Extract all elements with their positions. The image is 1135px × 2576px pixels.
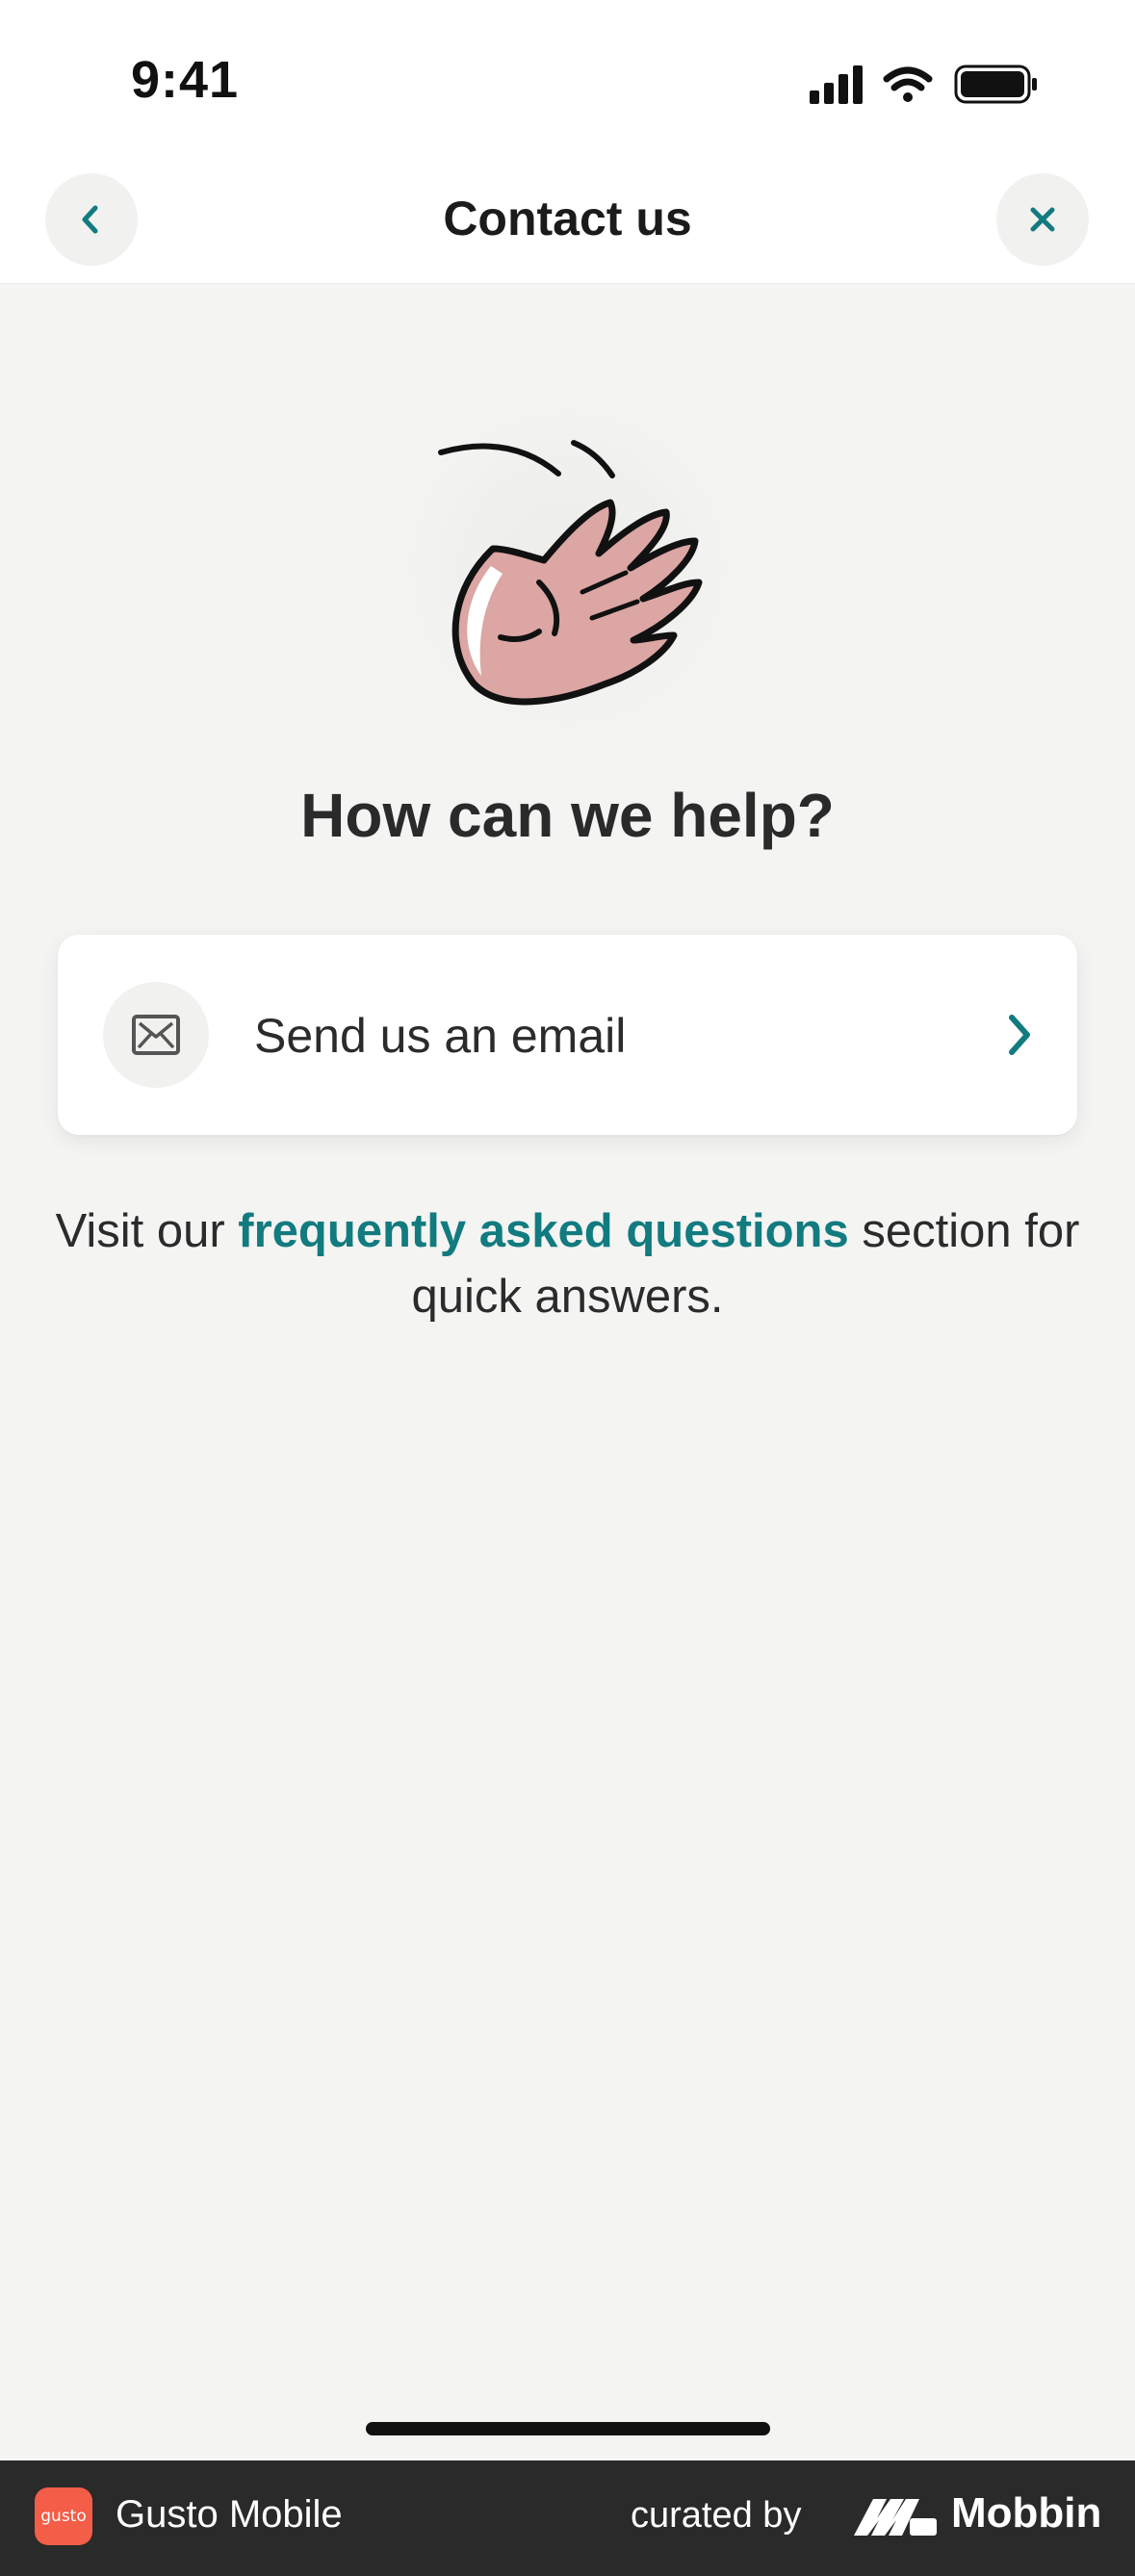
faq-text: Visit our frequently asked questions sec… <box>39 1198 1096 1329</box>
cellular-signal-icon <box>810 65 863 104</box>
page-title: Contact us <box>443 192 692 245</box>
help-heading: How can we help? <box>300 781 835 850</box>
footer-bar: gusto Gusto Mobile curated by Mobbin <box>0 2460 1135 2576</box>
hero-illustration <box>385 395 751 741</box>
home-indicator <box>366 2422 770 2435</box>
mobbin-logo-icon <box>854 2499 937 2536</box>
wifi-icon <box>883 66 933 102</box>
app-icon: gusto <box>35 2487 92 2545</box>
status-icons <box>810 64 1037 104</box>
email-icon-badge <box>103 982 209 1088</box>
status-time: 9:41 <box>131 51 240 109</box>
curated-by-label: curated by <box>631 2495 802 2536</box>
mobbin-brand: Mobbin <box>951 2489 1102 2537</box>
app-name: Gusto Mobile <box>116 2493 343 2536</box>
nav-header: Contact us <box>0 164 1135 284</box>
chevron-right-icon <box>1009 1015 1030 1055</box>
close-icon <box>1030 207 1055 232</box>
battery-icon <box>954 64 1037 104</box>
status-bar: 9:41 <box>0 0 1135 164</box>
envelope-icon <box>132 1015 180 1055</box>
close-button[interactable] <box>996 173 1089 266</box>
faq-prefix: Visit our <box>55 1205 239 1257</box>
faq-link[interactable]: frequently asked questions <box>238 1205 848 1257</box>
waving-hand-icon <box>438 440 703 706</box>
send-email-label: Send us an email <box>254 1009 627 1063</box>
send-email-option[interactable]: Send us an email <box>58 935 1077 1135</box>
